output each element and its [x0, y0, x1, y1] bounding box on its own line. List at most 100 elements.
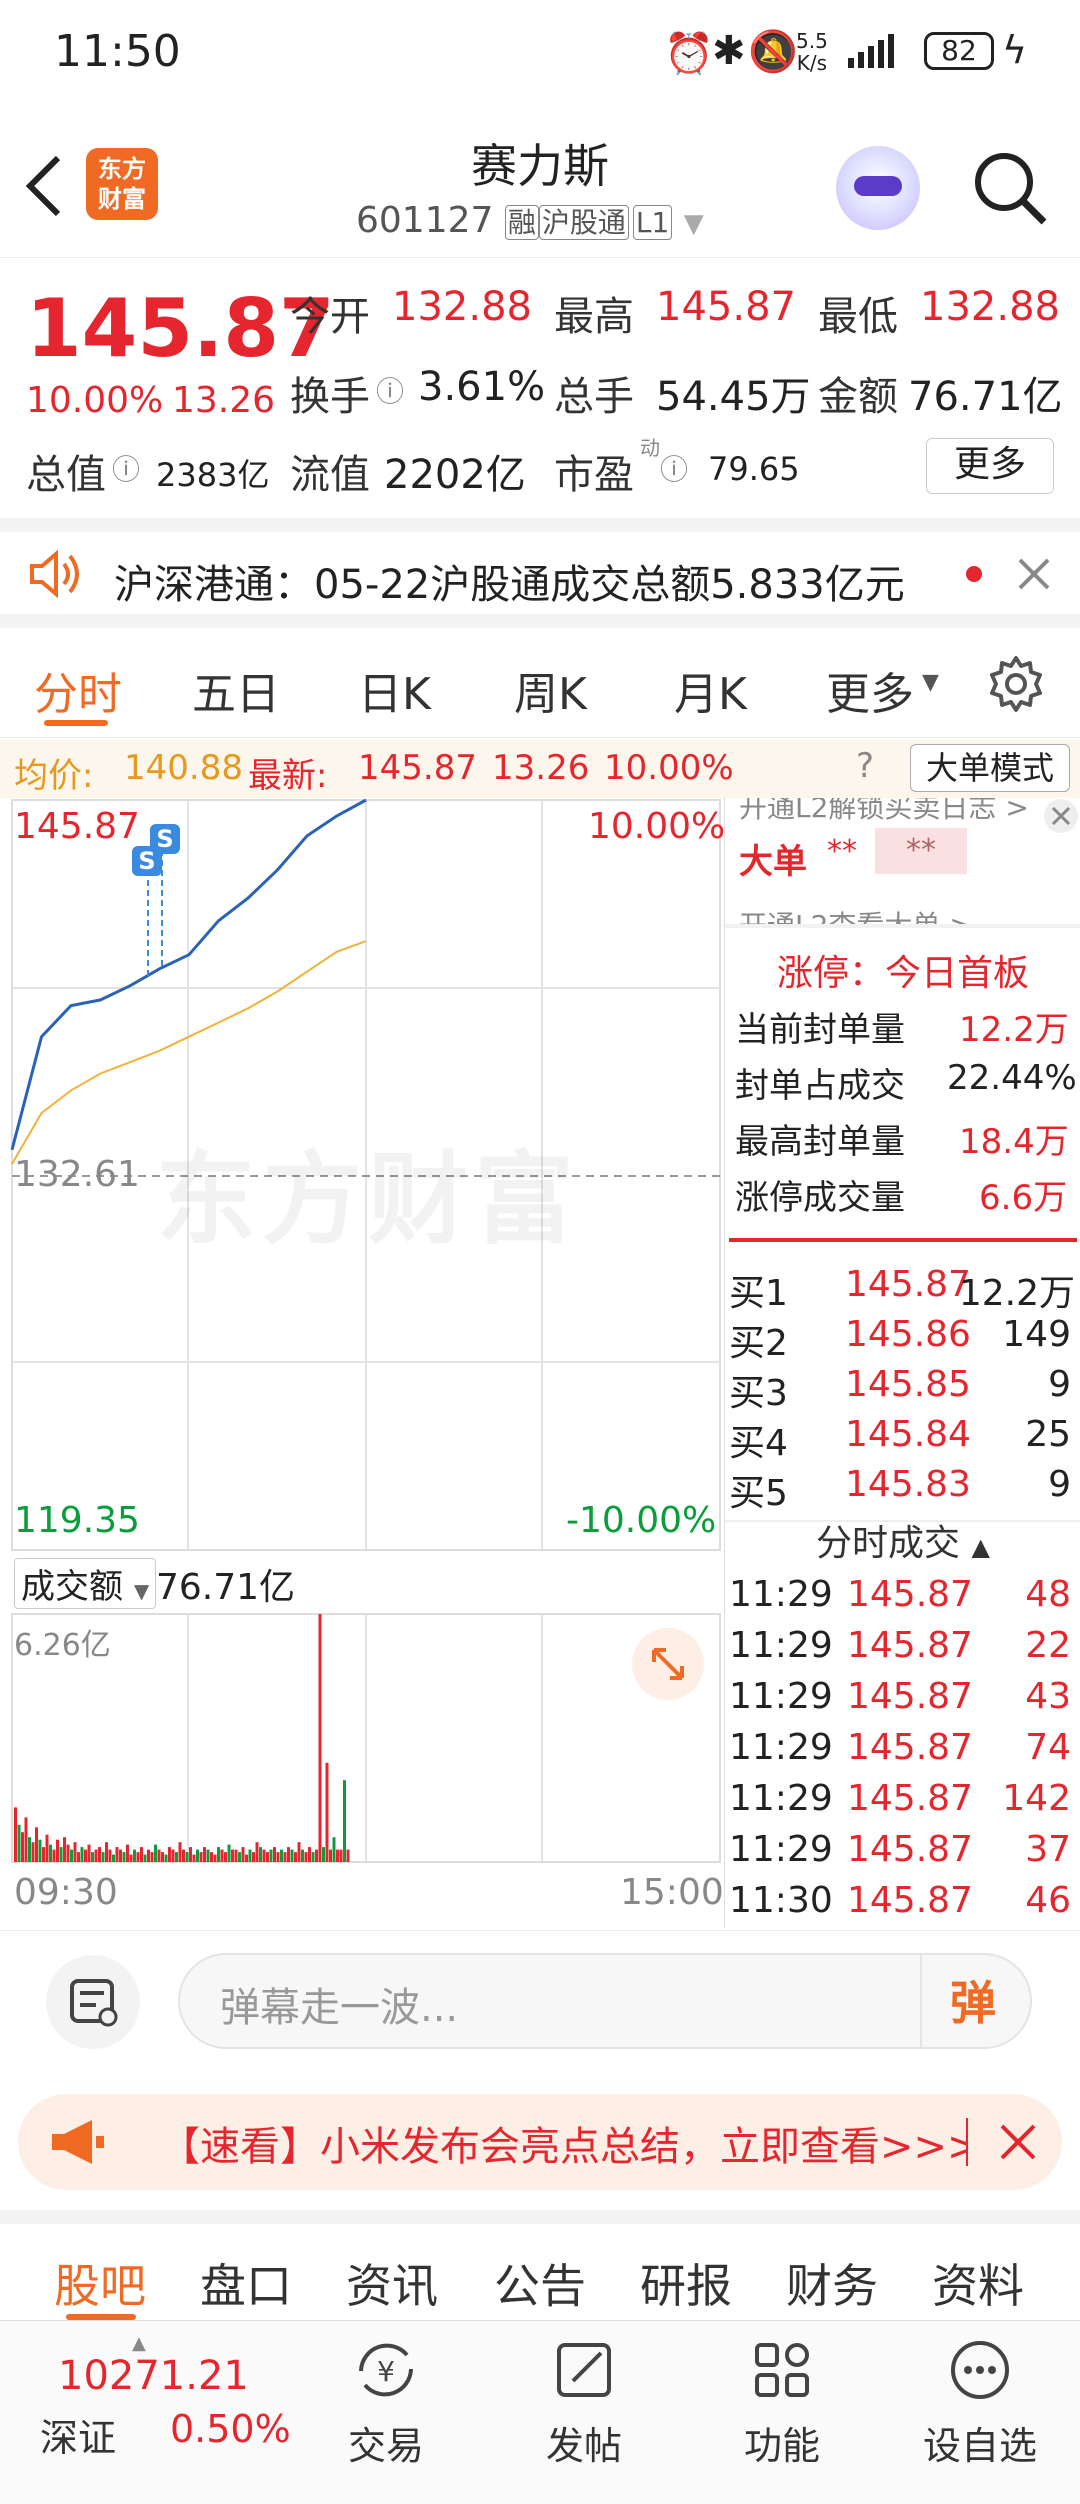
l2-promo-top[interactable]: 开通L2解锁买卖日志 > — [739, 798, 1029, 826]
volume-bar — [231, 1849, 234, 1862]
chart-info-line: 均价: 140.88 最新: 145.87 13.26 10.00% ? 大单模… — [0, 740, 1080, 798]
tab-orderbook[interactable]: 盘口 — [200, 2250, 292, 2316]
bid-volume: 25 — [1025, 1414, 1071, 1455]
bid-volume: 9 — [1048, 1364, 1071, 1405]
unread-dot — [966, 566, 982, 582]
stock-code-line[interactable]: 601127 融沪股通 L1 ▼ — [356, 200, 704, 241]
danmu-settings-icon[interactable] — [46, 1955, 140, 2049]
bottom-nav: ▲ 10271.21 深证 0.50% ¥ 交易 发帖 功能 设自选 — [0, 2320, 1080, 2504]
intraday-chart[interactable]: S S 145.87 10.00% 132.61 东方财富 119.35 -10… — [0, 798, 725, 1928]
low-label: 最低 — [818, 294, 898, 340]
signal-mark[interactable]: S — [132, 846, 162, 876]
open-label: 今开 — [290, 294, 370, 340]
max-seal-label: 最高封单量 — [735, 1122, 905, 1162]
volume-bar — [322, 1847, 325, 1862]
info-icon[interactable]: ⓘ — [376, 370, 404, 410]
expand-icon[interactable] — [632, 1628, 704, 1700]
tick-time: 11:29 — [729, 1778, 833, 1819]
volume-bar — [325, 1762, 329, 1862]
tab-news[interactable]: 资讯 — [346, 2250, 438, 2316]
mute-icon: 🔕 — [748, 29, 798, 75]
volume-label: 总手 — [554, 374, 634, 420]
edit-icon — [557, 2343, 611, 2397]
tab-forum[interactable]: 股吧 — [54, 2250, 146, 2316]
volume-bar — [241, 1847, 245, 1862]
info-icon[interactable]: ⓘ — [112, 448, 140, 488]
tab-intraday[interactable]: 分时 — [34, 658, 122, 722]
volume-bar — [297, 1842, 301, 1862]
volume-bar — [168, 1847, 171, 1862]
tick-row: 11:29 145.87 142 — [725, 1778, 1080, 1828]
tab-indicator — [44, 720, 108, 726]
nav-trade[interactable]: ¥ 交易 — [306, 2335, 466, 2470]
close-icon[interactable] — [1043, 798, 1079, 834]
settings-gear-icon[interactable] — [986, 654, 1046, 714]
ticks-title[interactable]: 分时成交 ▲ — [725, 1514, 1080, 1566]
limit-up-title: 涨停：今日首板 — [776, 953, 1029, 994]
bid-volume: 9 — [1048, 1464, 1071, 1505]
tick-time: 11:29 — [729, 1676, 833, 1717]
volume-indicator-select[interactable]: 成交额 ▼ — [14, 1558, 157, 1609]
search-icon[interactable] — [970, 148, 1050, 228]
bid-row: 买1 145.87 12.2万 — [725, 1264, 1080, 1314]
volume-bar — [315, 1849, 318, 1862]
last-price: 145.87 — [26, 282, 335, 375]
danmu-send-button[interactable]: 弹 — [950, 1967, 996, 2033]
tab-more[interactable]: 更多 — [826, 658, 914, 722]
turnover-label: 换手 — [290, 374, 370, 420]
notice-bar[interactable]: 沪深港通：05-22沪股通成交总额5.833亿元 — [0, 518, 1080, 628]
nav-add-watchlist[interactable]: 设自选 — [900, 2335, 1060, 2470]
nav-post-label: 发帖 — [545, 2424, 622, 2468]
bid-label: 买3 — [729, 1373, 788, 1414]
volume-bar — [73, 1842, 77, 1862]
volume-bar — [154, 1844, 157, 1862]
volume-bar — [122, 1852, 126, 1862]
promo-banner[interactable]: 【速看】小米发布会亮点总结，立即查看>>> — [18, 2094, 1062, 2190]
tab-research[interactable]: 研报 — [640, 2250, 732, 2316]
mktcap-value: 2383亿 — [156, 456, 270, 494]
chart-canvas[interactable] — [0, 798, 724, 1928]
help-icon[interactable]: ? — [856, 746, 874, 786]
volume-bar — [84, 1849, 87, 1862]
tab-profile[interactable]: 资料 — [932, 2250, 1024, 2316]
l2-promo-bottom[interactable]: 开通L2查看大单 > — [739, 904, 973, 926]
bid-price: 145.87 — [845, 1264, 971, 1305]
tab-announcements[interactable]: 公告 — [494, 2250, 586, 2316]
nav-functions[interactable]: 功能 — [702, 2335, 862, 2470]
order-book[interactable]: 买1 145.87 12.2万 买2 145.86 149 买3 145.85 9 买4 14… — [725, 1264, 1080, 1518]
robot-assistant-icon[interactable] — [836, 146, 920, 230]
volume-bar — [213, 1854, 217, 1862]
index-pct: 0.50% — [170, 2407, 291, 2451]
tab-weekly-k[interactable]: 周K — [514, 658, 587, 722]
more-button[interactable]: 更多 — [926, 438, 1054, 494]
volume-total: 76.71亿 — [156, 1567, 296, 1608]
volume-bar — [255, 1842, 259, 1862]
volume-bar — [248, 1849, 252, 1862]
tab-monthly-k[interactable]: 月K — [674, 658, 747, 722]
volume-bar — [280, 1849, 283, 1862]
chevron-down-icon: ▼ — [133, 1579, 150, 1603]
big-order-box[interactable]: 开通L2解锁买卖日志 > 大单 ** ** 开通L2查看大单 > — [725, 798, 1080, 926]
y-axis-top: 145.87 — [14, 806, 140, 847]
nav-post[interactable]: 发帖 — [504, 2335, 664, 2470]
tick-list[interactable]: 11:29 145.87 48 11:29 145.87 22 11:29 145.87 4… — [725, 1574, 1080, 1934]
info-icon[interactable]: ⓘ — [660, 448, 688, 488]
close-icon[interactable] — [1000, 2124, 1036, 2160]
tab-5day[interactable]: 五日 — [192, 658, 280, 722]
danmu-input[interactable]: 弹幕走一波... 弹 — [178, 1953, 1032, 2049]
volume-bar — [112, 1854, 115, 1862]
net-speed-value: 5.5 — [796, 29, 828, 53]
tab-daily-k[interactable]: 日K — [358, 658, 431, 722]
volume-bar — [206, 1849, 210, 1862]
big-order-mode-button[interactable]: 大单模式 — [910, 744, 1070, 792]
close-icon[interactable] — [1018, 558, 1050, 590]
tab-finance[interactable]: 财务 — [786, 2250, 878, 2316]
index-ticker[interactable]: ▲ 10271.21 深证 0.50% — [0, 2321, 300, 2504]
volume-bar — [101, 1852, 105, 1862]
dropdown-icon: ▼ — [683, 209, 704, 239]
stock-code: 601127 — [356, 200, 494, 241]
y-axis-bottom: 119.35 — [14, 1500, 140, 1541]
latest-pct: 10.00% — [604, 748, 734, 788]
volume-bar — [38, 1839, 42, 1862]
volume-bar — [308, 1847, 311, 1862]
